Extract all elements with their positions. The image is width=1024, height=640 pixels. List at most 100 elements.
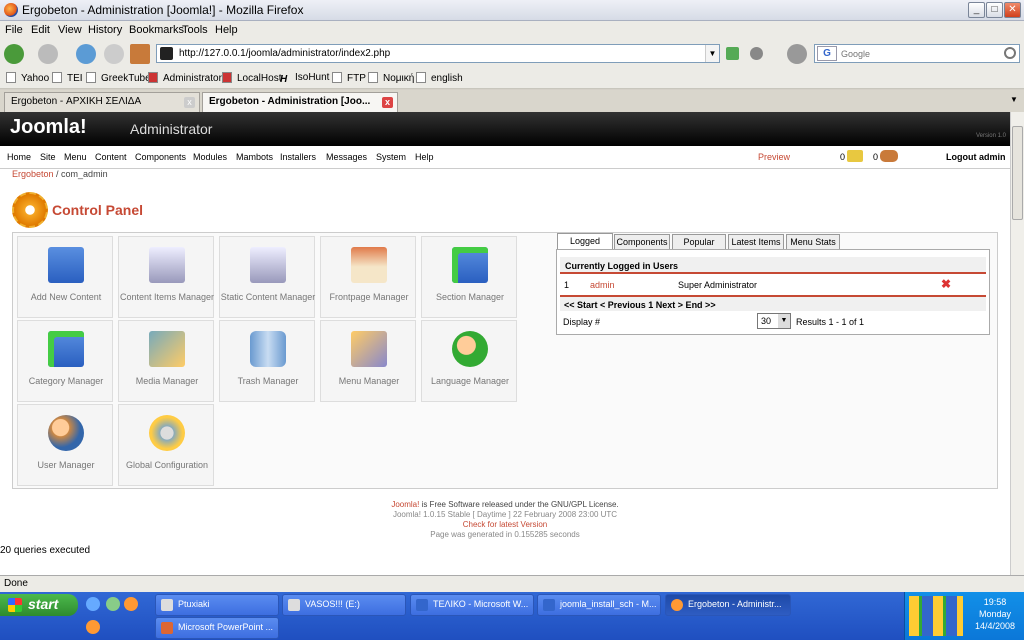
- preview-link[interactable]: Preview: [758, 152, 790, 162]
- taskbar-item-firefox[interactable]: Ergobeton - Administr...: [665, 594, 791, 616]
- tab-components[interactable]: Components: [614, 234, 670, 250]
- taskbar-item-joomla-install[interactable]: joomla_install_sch - M...: [537, 594, 661, 616]
- quickicon-media[interactable]: Media Manager: [118, 320, 214, 402]
- quicklaunch-media-icon[interactable]: [106, 597, 120, 611]
- breadcrumb-site[interactable]: Ergobeton: [12, 169, 54, 179]
- quicklaunch-ie-icon[interactable]: [86, 597, 100, 611]
- display-select[interactable]: 30 ▼: [757, 313, 791, 329]
- quickicon-category[interactable]: Category Manager: [17, 320, 113, 402]
- taskbar-item-powerpoint[interactable]: Microsoft PowerPoint ...: [155, 617, 279, 639]
- minimize-button[interactable]: _: [968, 2, 985, 18]
- users-online-icon[interactable]: [880, 150, 898, 162]
- menu-help[interactable]: Help: [215, 24, 238, 36]
- scrollbar-thumb[interactable]: [1012, 126, 1023, 220]
- close-window-button[interactable]: ✕: [1004, 2, 1021, 18]
- bookmark-yahoo[interactable]: Yahoo: [6, 72, 49, 84]
- tab-administration[interactable]: Ergobeton - Administration [Joo... x: [202, 92, 398, 113]
- quicklaunch-firefox-icon[interactable]: [124, 597, 138, 611]
- home-icon[interactable]: [130, 44, 150, 64]
- user-avatar-icon[interactable]: [787, 44, 807, 64]
- quickicon-trash[interactable]: Trash Manager: [219, 320, 315, 402]
- tab-logged[interactable]: Logged: [557, 233, 613, 250]
- control-panel-gear-icon: [12, 192, 48, 228]
- tab-popular[interactable]: Popular: [672, 234, 726, 250]
- bookmark-ftp[interactable]: FTP: [332, 72, 366, 84]
- search-bar[interactable]: G: [814, 44, 1020, 63]
- breadcrumb: Ergobeton / com_admin: [12, 169, 108, 179]
- quickicon-frontpage[interactable]: Frontpage Manager: [320, 236, 416, 318]
- joomla-bookmark-icon: [222, 72, 232, 83]
- jmenu-menu[interactable]: Menu: [64, 152, 87, 162]
- jmenu-components[interactable]: Components: [135, 152, 186, 162]
- jmenu-home[interactable]: Home: [7, 152, 31, 162]
- display-label: Display #: [563, 317, 601, 327]
- results-count: Results 1 - 1 of 1: [796, 317, 865, 327]
- jmenu-installers[interactable]: Installers: [280, 152, 316, 162]
- tab-list-icon[interactable]: ▼: [1010, 95, 1018, 104]
- menu-view[interactable]: View: [58, 24, 82, 36]
- bookmark-localhost[interactable]: LocalHost: [222, 72, 281, 84]
- bookmark-nomiki[interactable]: Νομική: [368, 72, 414, 84]
- row-username[interactable]: admin: [590, 280, 615, 290]
- jmenu-content[interactable]: Content: [95, 152, 127, 162]
- quickicon-user[interactable]: User Manager: [17, 404, 113, 486]
- url-dropdown-icon[interactable]: ▼: [705, 45, 719, 62]
- logout-user-icon[interactable]: ✖: [941, 277, 951, 291]
- messages-icon[interactable]: [847, 150, 863, 162]
- quickicon-content-items[interactable]: Content Items Manager: [118, 236, 214, 318]
- tab-arxiki[interactable]: Ergobeton - ΑΡΧΙΚΗ ΣΕΛΙΔΑ x: [4, 92, 200, 112]
- addon-icon[interactable]: [750, 47, 763, 60]
- close-tab-icon[interactable]: x: [382, 97, 393, 108]
- reload-icon[interactable]: [76, 44, 96, 64]
- quicklaunch-firefox2-icon[interactable]: [86, 620, 100, 634]
- jmenu-messages[interactable]: Messages: [326, 152, 367, 162]
- tray-icons[interactable]: [909, 596, 963, 636]
- jmenu-site[interactable]: Site: [40, 152, 56, 162]
- jmenu-modules[interactable]: Modules: [193, 152, 227, 162]
- quickicon-menu[interactable]: Menu Manager: [320, 320, 416, 402]
- taskbar-item-word[interactable]: ΤΕΛΙΚΟ - Microsoft W...: [410, 594, 534, 616]
- bookmark-greektube[interactable]: GreekTube: [86, 72, 151, 84]
- url-text[interactable]: http://127.0.0.1/joomla/administrator/in…: [179, 48, 390, 59]
- drive-icon: [288, 599, 300, 611]
- search-input[interactable]: [841, 47, 1001, 60]
- tab-menu-stats[interactable]: Menu Stats: [786, 234, 840, 250]
- go-icon[interactable]: [726, 47, 739, 60]
- bookmark-tei[interactable]: TEI: [52, 72, 83, 84]
- menu-file[interactable]: File: [5, 24, 23, 36]
- jmenu-help[interactable]: Help: [415, 152, 434, 162]
- menu-tools[interactable]: Tools: [182, 24, 208, 36]
- quickicon-static-content[interactable]: Static Content Manager: [219, 236, 315, 318]
- jmenu-system[interactable]: System: [376, 152, 406, 162]
- stop-icon[interactable]: [104, 44, 124, 64]
- check-version-link[interactable]: Check for latest Version: [0, 520, 1010, 530]
- clock[interactable]: 19:58 Monday 14/4/2008: [967, 596, 1023, 632]
- bookmark-icon: [332, 72, 342, 83]
- url-bar[interactable]: http://127.0.0.1/joomla/administrator/in…: [156, 44, 720, 63]
- maximize-button[interactable]: □: [986, 2, 1003, 18]
- pagination[interactable]: << Start < Previous 1 Next > End >>: [560, 295, 986, 311]
- quickicon-add-new-content[interactable]: Add New Content: [17, 236, 113, 318]
- taskbar-item-ptuxiaki[interactable]: Ptuxiaki: [155, 594, 279, 616]
- bookmark-administrator[interactable]: Administrator: [148, 72, 222, 84]
- vertical-scrollbar[interactable]: [1010, 112, 1024, 575]
- bookmark-isohunt[interactable]: H IsoHunt: [280, 72, 329, 85]
- back-arrow-icon[interactable]: [4, 44, 24, 64]
- google-engine-icon[interactable]: G: [817, 46, 837, 61]
- start-button[interactable]: start: [0, 594, 78, 616]
- logout-link[interactable]: Logout admin: [946, 152, 1006, 162]
- jmenu-mambots[interactable]: Mambots: [236, 152, 273, 162]
- quickicon-section[interactable]: Section Manager: [421, 236, 517, 318]
- quickicon-global-config[interactable]: Global Configuration: [118, 404, 214, 486]
- quickicon-language[interactable]: Language Manager: [421, 320, 517, 402]
- bookmark-english[interactable]: english: [416, 72, 463, 84]
- menu-bookmarks[interactable]: Bookmarks: [129, 24, 184, 36]
- menu-history[interactable]: History: [88, 24, 122, 36]
- joomla-link[interactable]: Joomla!: [391, 500, 419, 509]
- tab-latest-items[interactable]: Latest Items: [728, 234, 784, 250]
- close-tab-icon[interactable]: x: [184, 97, 195, 108]
- forward-arrow-icon[interactable]: [38, 44, 58, 64]
- search-icon[interactable]: [1004, 47, 1016, 59]
- taskbar-item-vasos[interactable]: VASOS!!! (E:): [282, 594, 406, 616]
- menu-edit[interactable]: Edit: [31, 24, 50, 36]
